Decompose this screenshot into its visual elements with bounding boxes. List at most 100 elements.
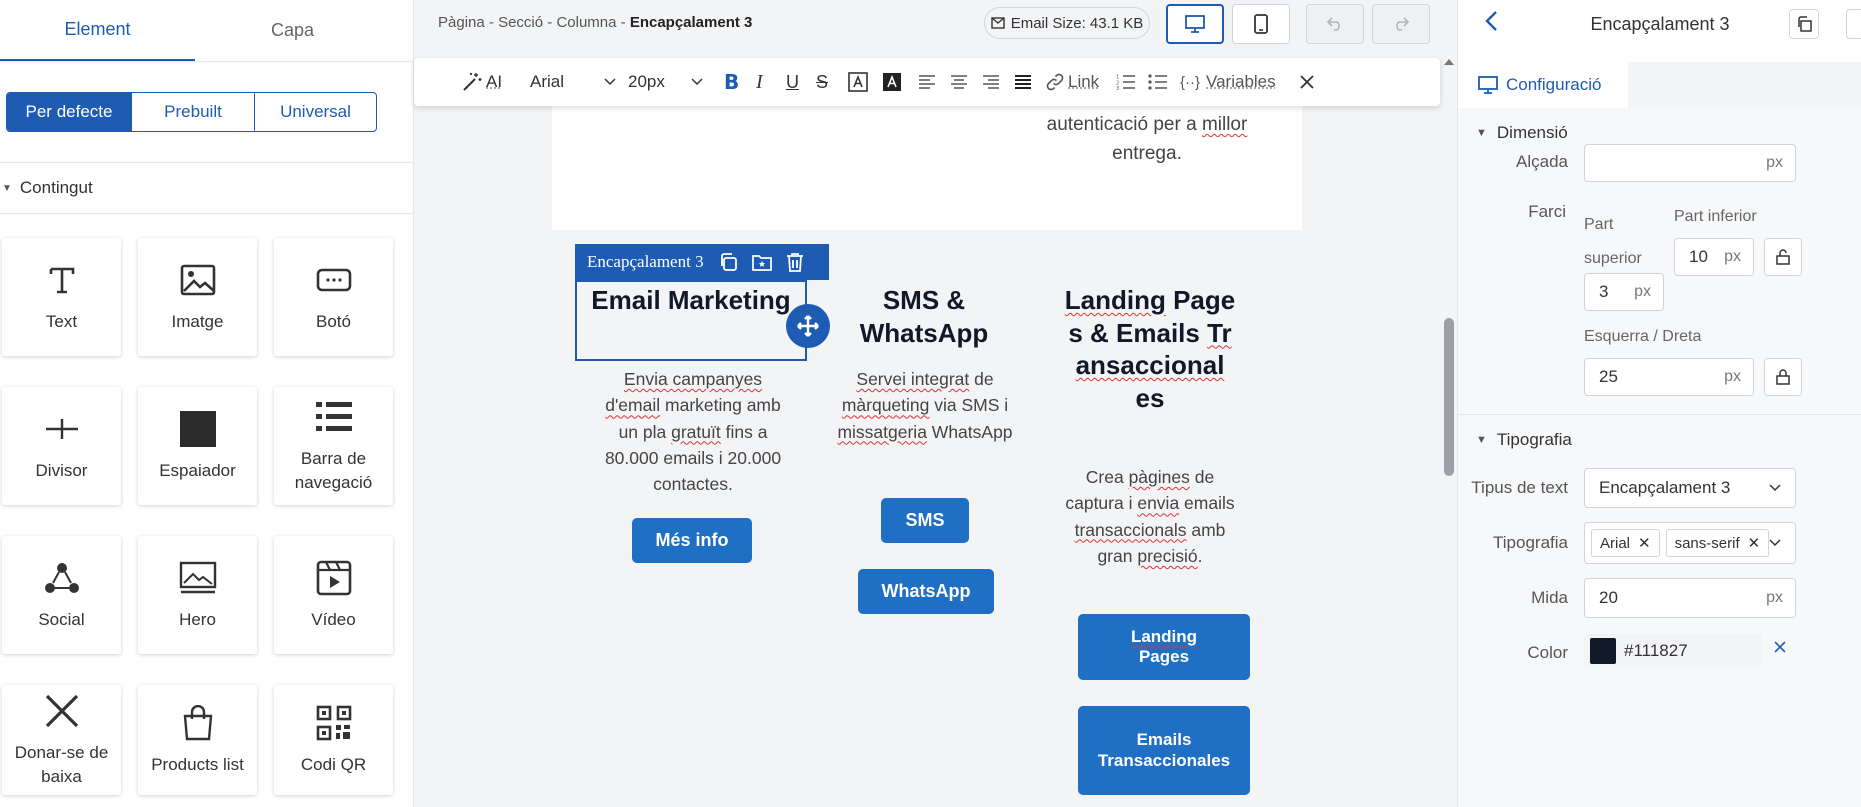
ordered-list-button[interactable]: 123 (1116, 58, 1136, 106)
column-text[interactable]: Envia campanyes d'email marketing amb un… (602, 366, 784, 497)
tile-text[interactable]: Text (2, 238, 121, 356)
caret-down-icon: ▼ (1476, 127, 1487, 139)
mail-icon (991, 17, 1005, 29)
font-size-select[interactable]: 20px (628, 58, 703, 106)
tile-qr-code[interactable]: Codi QR (274, 685, 393, 795)
undo-icon (1326, 17, 1344, 31)
font-size-input[interactable]: 20 px (1584, 578, 1796, 618)
color-picker[interactable]: #111827 (1584, 634, 1762, 668)
align-center-button[interactable] (950, 58, 968, 106)
delete-button[interactable] (786, 252, 804, 272)
tile-spacer[interactable]: Espaiador (138, 387, 257, 505)
tile-navbar[interactable]: Barra de navegació (274, 387, 393, 505)
three-column-section[interactable]: Email Marketing Envia campanyes d'email … (552, 230, 1302, 807)
tile-image[interactable]: Imatge (138, 238, 257, 356)
bullet-list-button[interactable] (1148, 58, 1168, 106)
move-handle[interactable] (786, 304, 830, 348)
save-block-button[interactable] (752, 253, 772, 271)
align-left-button[interactable] (918, 58, 936, 106)
typography-section-header[interactable]: ▼ Tipografia (1458, 414, 1861, 464)
emails-transaccionales-button[interactable]: Emails Transaccionales (1078, 706, 1250, 795)
padding-bottom-label: Part inferior (1674, 208, 1757, 226)
caret-down-icon: ▼ (1476, 434, 1487, 446)
whatsapp-button[interactable]: WhatsApp (858, 569, 994, 614)
breadcrumb-item[interactable]: Columna (556, 14, 616, 31)
padding-lr-lock-button[interactable] (1764, 358, 1802, 396)
padding-lock-button[interactable] (1764, 238, 1802, 276)
align-right-button[interactable] (982, 58, 1000, 106)
padding-top-input[interactable]: 3 px (1584, 273, 1664, 311)
tile-label: Products list (151, 753, 244, 777)
tile-button[interactable]: Botó (274, 238, 393, 356)
color-swatch[interactable] (1590, 638, 1616, 664)
padding-bottom-input[interactable]: 10 px (1674, 238, 1754, 276)
undo-button[interactable] (1306, 4, 1364, 44)
breadcrumb-item[interactable]: Pàgina (438, 14, 485, 31)
font-chip-arial: Arial ✕ (1591, 529, 1660, 557)
tab-element[interactable]: Element (0, 0, 195, 61)
divider-icon (42, 409, 82, 449)
remove-chip-icon[interactable]: ✕ (1748, 534, 1761, 552)
tile-hero[interactable]: Hero (138, 536, 257, 654)
contingut-section-header[interactable]: ▼ Contingut (0, 162, 414, 214)
monitor-icon (1478, 76, 1498, 94)
trash-icon (786, 252, 804, 272)
image-icon (178, 260, 218, 300)
text-type-select[interactable]: Encapçalament 3 (1584, 468, 1796, 508)
tile-social[interactable]: Social (2, 536, 121, 654)
padding-left-right-input[interactable]: 25 px (1584, 358, 1754, 396)
copy-style-button[interactable] (1789, 9, 1819, 39)
column-paragraph: Crea pàgines de captura i envia emails t… (1064, 464, 1236, 569)
segment-per-defecte[interactable]: Per defecte (7, 93, 131, 131)
scrollbar-thumb[interactable] (1444, 318, 1454, 476)
underline-button[interactable]: U (786, 58, 799, 106)
tile-video[interactable]: Vídeo (274, 536, 393, 654)
ai-button[interactable]: AI (462, 58, 502, 106)
previous-section-text[interactable]: autenticació per a millor entrega. (1032, 110, 1262, 169)
tile-label: Barra de navegació (274, 447, 393, 495)
tile-label: Text (46, 310, 77, 334)
bold-button[interactable]: B (724, 58, 739, 106)
landing-pages-button[interactable]: Landing Pages (1078, 614, 1250, 680)
remove-chip-icon[interactable]: ✕ (1638, 534, 1651, 552)
segment-prebuilt[interactable]: Prebuilt (131, 93, 254, 131)
sms-button[interactable]: SMS (881, 498, 969, 543)
navbar-icon (314, 397, 354, 437)
tab-configuracio[interactable]: Configuració (1458, 62, 1628, 108)
mobile-view-button[interactable] (1232, 4, 1290, 44)
close-icon (1300, 75, 1314, 89)
link-button[interactable]: Link (1046, 58, 1099, 106)
tile-label: Codi QR (301, 753, 366, 777)
height-input[interactable]: px (1584, 144, 1796, 182)
column-landing-pages[interactable]: Landing Pages & Emails Transaccional es (1064, 284, 1236, 414)
variables-button[interactable]: {··} Variables (1180, 58, 1276, 106)
caret-down-icon: ▼ (2, 183, 12, 194)
font-family-select[interactable]: Arial (530, 58, 616, 106)
duplicate-button[interactable] (718, 252, 738, 272)
mes-info-button[interactable]: Més info (632, 518, 752, 563)
column-heading[interactable]: Landing Pages & Emails Transaccional es (1064, 284, 1236, 414)
properties-panel: Encapçalament 3 Configuració ▼ Dimensió … (1457, 0, 1861, 807)
canvas-scrollbar[interactable] (1440, 58, 1457, 807)
more-options-button[interactable] (1846, 9, 1861, 39)
italic-button[interactable]: I (756, 58, 763, 106)
tile-divider[interactable]: Divisor (2, 387, 121, 505)
tile-products-list[interactable]: Products list (138, 685, 257, 795)
align-justify-button[interactable] (1014, 58, 1032, 106)
column-text[interactable]: Servei integrat de màrqueting via SMS i … (832, 366, 1018, 445)
segment-universal[interactable]: Universal (254, 93, 376, 131)
desktop-view-button[interactable] (1166, 4, 1224, 44)
column-heading[interactable]: SMS & WhatsApp (820, 284, 1028, 349)
background-color-button[interactable] (882, 58, 902, 106)
tile-unsubscribe[interactable]: Donar-se de baixa (2, 685, 121, 795)
font-family-multiselect[interactable]: Arial ✕ sans-serif ✕ (1584, 522, 1796, 564)
text-color-button[interactable] (848, 58, 868, 106)
column-text[interactable]: Crea pàgines de captura i envia emails t… (1064, 464, 1236, 569)
close-toolbar-button[interactable] (1300, 58, 1314, 106)
clear-color-button[interactable] (1774, 640, 1786, 658)
column-sms-whatsapp[interactable]: SMS & WhatsApp (820, 284, 1028, 349)
redo-button[interactable] (1372, 4, 1430, 44)
strikethrough-button[interactable]: S (816, 58, 828, 106)
breadcrumb-item[interactable]: Secció (498, 14, 543, 31)
tab-capa[interactable]: Capa (195, 0, 390, 61)
